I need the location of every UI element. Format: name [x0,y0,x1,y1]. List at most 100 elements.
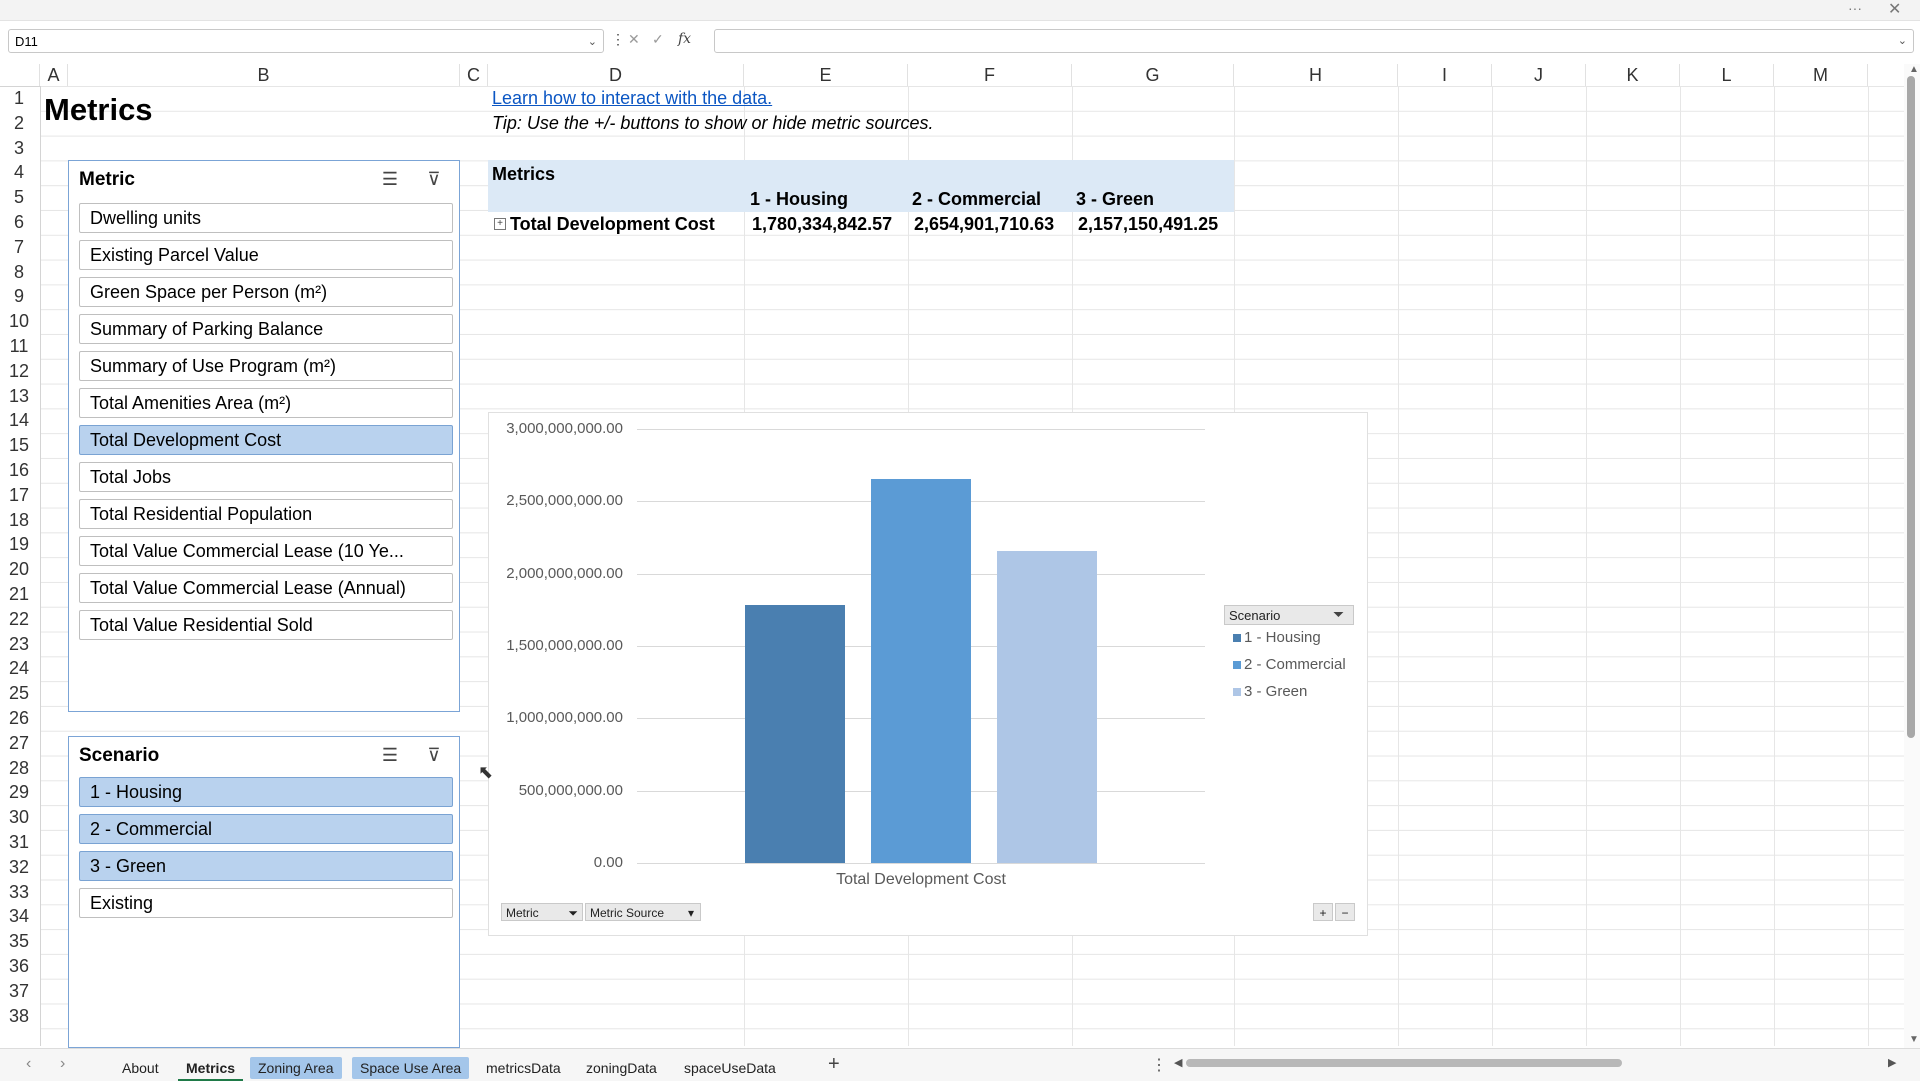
help-link[interactable]: Learn how to interact with the data. [492,88,772,109]
sheet-tab[interactable]: zoningData [578,1057,665,1079]
row-header[interactable]: 20 [0,557,38,582]
slicer-item[interactable]: 1 - Housing [79,777,453,807]
chevron-down-icon[interactable]: ⌄ [588,30,597,54]
column-header[interactable]: B [68,64,460,86]
row-header[interactable]: 38 [0,1004,38,1029]
row-header[interactable]: 3 [0,136,38,161]
filter-icon[interactable]: ⏷ [1333,606,1344,623]
row-header[interactable]: 9 [0,284,38,309]
scroll-up-icon[interactable]: ▲ [1909,64,1919,75]
slicer-item[interactable]: Green Space per Person (m²) [79,277,453,307]
pivot-chart[interactable]: 3,000,000,000.00 2,500,000,000.00 2,000,00… [488,412,1368,936]
row-header[interactable]: 2 [0,111,38,136]
row-header[interactable]: 7 [0,235,38,260]
scroll-down-icon[interactable]: ▼ [1909,1034,1919,1045]
row-header[interactable]: 11 [0,334,38,359]
row-header[interactable]: 22 [0,607,38,632]
row-header[interactable]: 35 [0,929,38,954]
column-header[interactable]: M [1774,64,1868,86]
slicer-item[interactable]: Existing Parcel Value [79,240,453,270]
vertical-scrollbar-thumb[interactable] [1907,76,1915,738]
row-header[interactable]: 16 [0,458,38,483]
expand-field-button[interactable]: + [1313,903,1333,921]
row-header[interactable]: 27 [0,731,38,756]
row-header[interactable]: 12 [0,359,38,384]
row-header[interactable]: 8 [0,260,38,285]
row-header[interactable]: 36 [0,954,38,979]
row-header[interactable]: 19 [0,532,38,557]
chevron-down-icon[interactable]: ⌄ [1898,34,1907,47]
multi-select-icon[interactable]: ☰ [379,169,401,191]
column-header[interactable]: K [1586,64,1680,86]
tab-scroll-left-icon[interactable]: ‹ [26,1055,31,1073]
row-header[interactable]: 15 [0,433,38,458]
row-header[interactable]: 14 [0,408,38,433]
select-all-corner[interactable] [0,64,40,86]
metric-field-button[interactable]: Metric ⏷ [501,903,583,921]
add-sheet-button[interactable]: + [828,1053,840,1076]
column-header[interactable]: J [1492,64,1586,86]
sheet-tab[interactable]: About [114,1057,167,1079]
chart-bar[interactable] [871,478,971,863]
column-header[interactable]: H [1234,64,1398,86]
column-header[interactable]: D [488,64,744,86]
column-header[interactable]: A [40,64,68,86]
slicer-item[interactable]: Total Residential Population [79,499,453,529]
chart-bar[interactable] [745,605,845,863]
scroll-left-icon[interactable]: ◀ [1174,1056,1182,1069]
column-header[interactable]: C [460,64,488,86]
collapse-field-button[interactable]: − [1335,903,1355,921]
slicer-item[interactable]: Total Value Residential Sold [79,610,453,640]
slicer-item[interactable]: Existing [79,888,453,918]
sheet-tab[interactable]: Zoning Area [250,1057,342,1079]
row-header[interactable]: 13 [0,384,38,409]
clear-filter-icon[interactable]: ⊽ [423,745,445,767]
more-vertical-icon[interactable]: ⋮ [611,31,625,48]
insert-function-icon[interactable]: fx [678,31,691,47]
row-header[interactable]: 4 [0,160,38,185]
slicer-item[interactable]: Total Development Cost [79,425,453,455]
multi-select-icon[interactable]: ☰ [379,745,401,767]
row-header[interactable]: 21 [0,582,38,607]
more-options-icon[interactable]: ··· [1848,0,1862,16]
slicer-item[interactable]: Summary of Parking Balance [79,314,453,344]
slicer-item[interactable]: Total Value Commercial Lease (Annual) [79,573,453,603]
slicer-item[interactable]: 3 - Green [79,851,453,881]
slicer-item[interactable]: Dwelling units [79,203,453,233]
cancel-icon[interactable]: ✕ [628,31,640,48]
row-header[interactable]: 32 [0,855,38,880]
chart-bar[interactable] [997,550,1097,863]
column-header[interactable]: L [1680,64,1774,86]
slicer-item[interactable]: 2 - Commercial [79,814,453,844]
row-header[interactable]: 5 [0,185,38,210]
column-header[interactable]: G [1072,64,1234,86]
row-header[interactable]: 17 [0,483,38,508]
legend-entry[interactable]: 1 - Housing [1233,629,1321,646]
slicer-item[interactable]: Total Value Commercial Lease (10 Ye... [79,536,453,566]
legend-entry[interactable]: 3 - Green [1233,683,1307,700]
row-header[interactable]: 10 [0,309,38,334]
row-header[interactable]: 18 [0,508,38,533]
row-header[interactable]: 25 [0,681,38,706]
row-header[interactable]: 24 [0,656,38,681]
sheet-tab[interactable]: metricsData [478,1057,569,1079]
scroll-right-icon[interactable]: ▶ [1888,1056,1896,1069]
metric-source-field-button[interactable]: Metric Source ▾ [585,903,701,921]
sheet-tab[interactable]: Space Use Area [352,1057,470,1079]
row-header[interactable]: 28 [0,756,38,781]
legend-entry[interactable]: 2 - Commercial [1233,656,1346,673]
horizontal-scrollbar-thumb[interactable] [1186,1059,1622,1067]
clear-filter-icon[interactable]: ⊽ [423,169,445,191]
row-header[interactable]: 29 [0,780,38,805]
column-header[interactable]: I [1398,64,1492,86]
dropdown-icon[interactable]: ▾ [688,904,694,922]
expand-icon[interactable]: + [494,218,506,230]
row-header[interactable]: 37 [0,979,38,1004]
filter-icon[interactable]: ⏷ [568,904,578,922]
row-header[interactable]: 30 [0,805,38,830]
row-header[interactable]: 26 [0,706,38,731]
row-header[interactable]: 23 [0,632,38,657]
row-header[interactable]: 34 [0,904,38,929]
legend-field-button[interactable]: Scenario ⏷ [1224,605,1354,625]
column-header[interactable]: E [744,64,908,86]
